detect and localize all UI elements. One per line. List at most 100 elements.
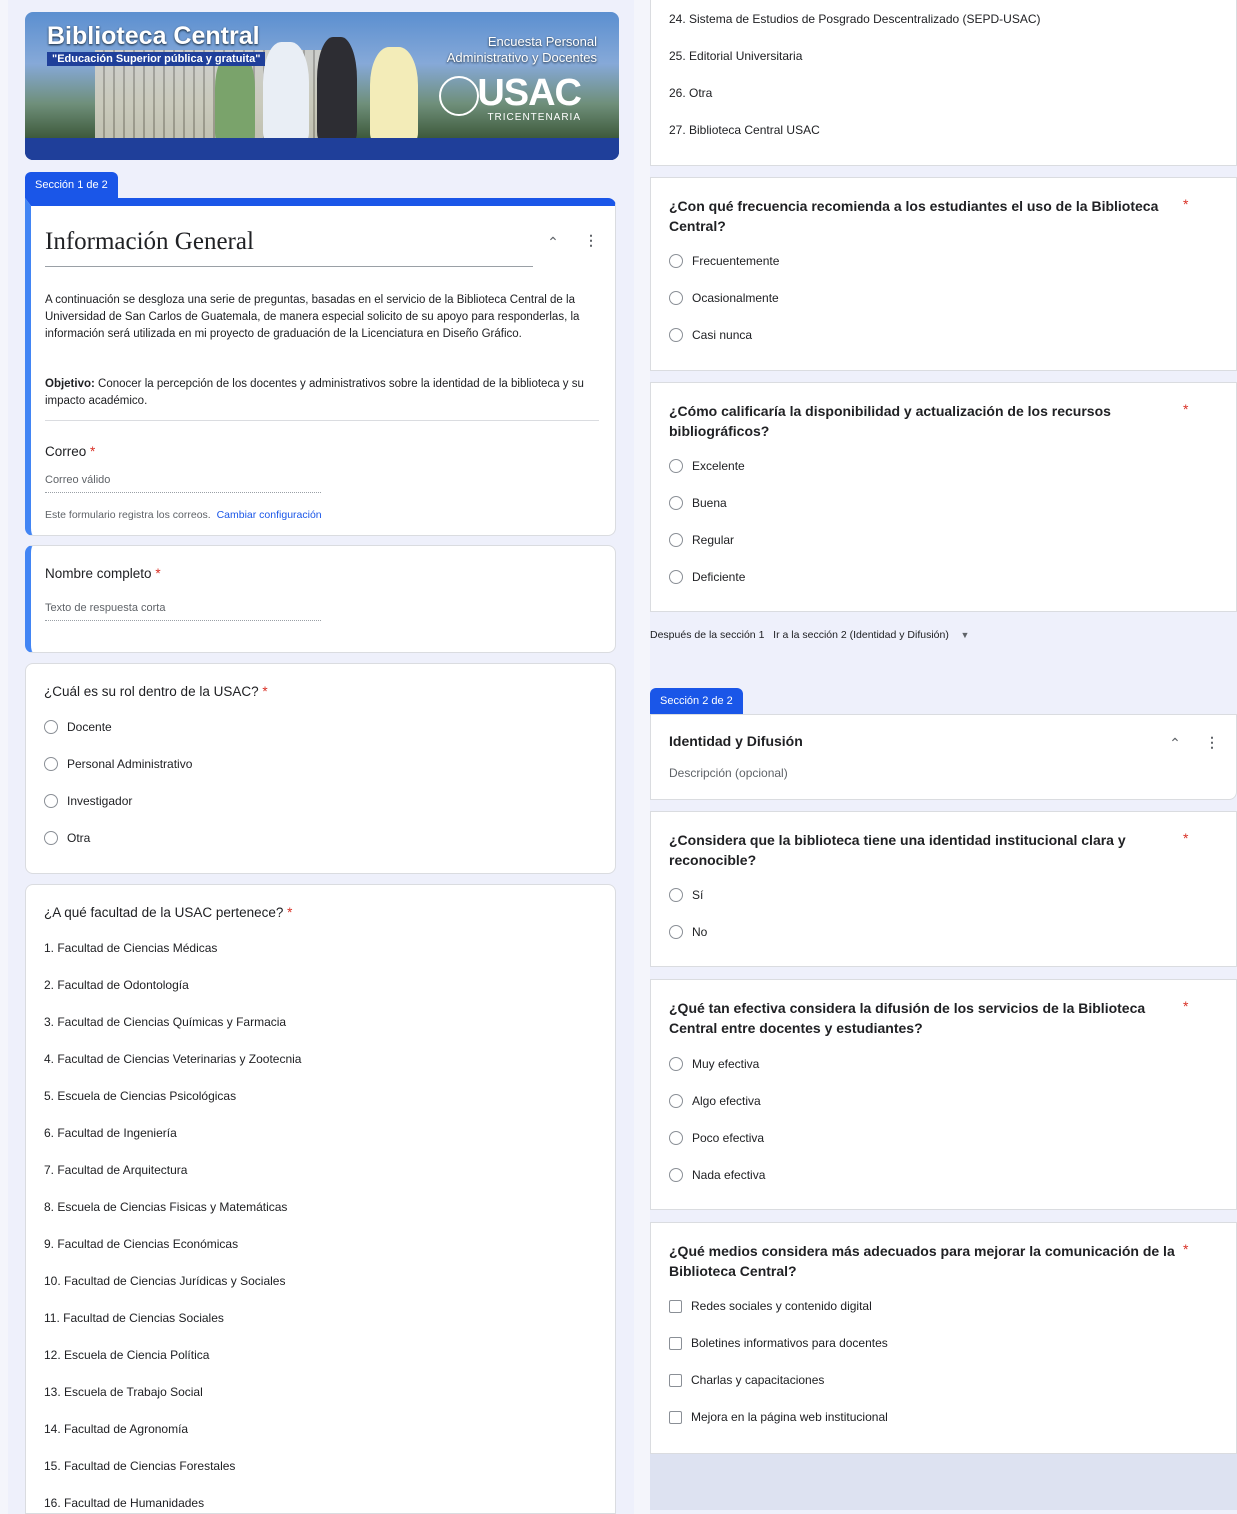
bottom-band — [650, 1454, 1237, 1510]
radio-option[interactable]: Buena — [669, 494, 727, 512]
radio-option[interactable]: Deficiente — [669, 568, 745, 586]
checkbox[interactable] — [669, 1336, 682, 1350]
list-item[interactable]: 2. Facultad de Odontología — [44, 978, 189, 992]
section-description-field[interactable]: Descripción (opcional) — [669, 766, 788, 780]
list-item[interactable]: 1. Facultad de Ciencias Médicas — [44, 941, 217, 955]
banner-strip — [25, 138, 619, 160]
question-title: ¿Qué medios considera más adecuados para… — [669, 1243, 1175, 1279]
question-card-role[interactable]: ¿Cuál es su rol dentro de la USAC? * Doc… — [25, 663, 616, 874]
required-mark: * — [1183, 401, 1189, 417]
section-header-card[interactable]: Información General ⌃ ⋮ A continuación s… — [25, 198, 616, 536]
radio-button[interactable] — [669, 888, 683, 902]
question-card-faculty[interactable]: ¿A qué facultad de la USAC pertenece? * … — [25, 884, 616, 1514]
list-item[interactable]: 8. Escuela de Ciencias Fisicas y Matemát… — [44, 1200, 287, 1214]
section-title[interactable]: Identidad y Difusión — [669, 731, 803, 751]
radio-option[interactable]: Investigador — [44, 792, 132, 810]
checkbox[interactable] — [669, 1373, 682, 1387]
question-card-recommend[interactable]: ¿Con qué frecuencia recomienda a los est… — [650, 177, 1237, 371]
radio-button[interactable] — [44, 757, 58, 771]
checkbox-option[interactable]: Mejora en la página web institucional — [669, 1408, 888, 1426]
list-item[interactable]: 10. Facultad de Ciencias Jurídicas y Soc… — [44, 1274, 285, 1288]
radio-option[interactable]: Regular — [669, 531, 734, 549]
radio-option[interactable]: Poco efectiva — [669, 1129, 764, 1147]
list-item[interactable]: 4. Facultad de Ciencias Veterinarias y Z… — [44, 1052, 301, 1066]
radio-button[interactable] — [669, 533, 683, 547]
list-item[interactable]: 14. Facultad de Agronomía — [44, 1422, 188, 1436]
radio-option[interactable]: Personal Administrativo — [44, 755, 192, 773]
question-card-resources[interactable]: ¿Cómo calificaría la disponibilidad y ac… — [650, 382, 1237, 612]
list-item[interactable]: 6. Facultad de Ingeniería — [44, 1126, 177, 1140]
checkbox[interactable] — [669, 1299, 682, 1313]
radio-option[interactable]: Muy efectiva — [669, 1055, 759, 1073]
radio-option[interactable]: Casi nunca — [669, 326, 752, 344]
section-tab: Sección 1 de 2 — [25, 172, 118, 198]
checkbox-option[interactable]: Charlas y capacitaciones — [669, 1371, 824, 1389]
more-vert-icon[interactable]: ⋮ — [583, 232, 599, 249]
radio-option[interactable]: Ocasionalmente — [669, 289, 779, 307]
radio-button[interactable] — [669, 925, 683, 939]
section-header-card[interactable]: Identidad y Difusión Descripción (opcion… — [650, 714, 1237, 800]
radio-button[interactable] — [669, 1131, 683, 1145]
dropdown-arrow-icon[interactable]: ▼ — [961, 630, 970, 640]
list-item[interactable]: 9. Facultad de Ciencias Económicas — [44, 1237, 238, 1251]
radio-button[interactable] — [669, 459, 683, 473]
list-item[interactable]: 7. Facultad de Arquitectura — [44, 1163, 187, 1177]
question-title: ¿Qué tan efectiva considera la difusión … — [669, 1000, 1146, 1036]
radio-button[interactable] — [669, 1168, 683, 1182]
radio-button[interactable] — [669, 1057, 683, 1071]
collapse-icon[interactable]: ⌃ — [1167, 735, 1183, 752]
more-vert-icon[interactable]: ⋮ — [1204, 734, 1220, 751]
section-title[interactable]: Información General — [45, 228, 254, 256]
header-banner: Biblioteca Central "Educación Superior p… — [25, 12, 619, 160]
radio-option[interactable]: Docente — [44, 718, 112, 736]
section-description[interactable]: A continuación se desgloza una serie de … — [45, 292, 597, 343]
question-card-identity[interactable]: ¿Considera que la biblioteca tiene una i… — [650, 811, 1237, 967]
radio-option[interactable]: Algo efectiva — [669, 1092, 761, 1110]
radio-button[interactable] — [669, 254, 683, 268]
list-item[interactable]: 16. Facultad de Humanidades — [44, 1496, 204, 1510]
required-mark: * — [1183, 830, 1189, 846]
radio-button[interactable] — [669, 328, 683, 342]
radio-option[interactable]: Sí — [669, 886, 703, 904]
list-item[interactable]: 26. Otra — [669, 86, 712, 100]
list-item[interactable]: 24. Sistema de Estudios de Posgrado Desc… — [669, 12, 1041, 26]
email-field[interactable]: Correo válido — [45, 474, 321, 493]
radio-button[interactable] — [669, 1094, 683, 1108]
question-card-name[interactable]: Nombre completo * Texto de respuesta cor… — [25, 545, 616, 653]
radio-option[interactable]: Otra — [44, 829, 90, 847]
radio-option[interactable]: Excelente — [669, 457, 745, 475]
list-item[interactable]: 27. Biblioteca Central USAC — [669, 123, 820, 137]
list-item[interactable]: 5. Escuela de Ciencias Psicológicas — [44, 1089, 236, 1103]
change-settings-link[interactable]: Cambiar configuración — [217, 509, 322, 521]
after-section-navigation[interactable]: Después de la sección 1 Ir a la sección … — [650, 629, 969, 641]
radio-option[interactable]: Nada efectiva — [669, 1166, 765, 1184]
checkbox[interactable] — [669, 1410, 682, 1424]
radio-button[interactable] — [44, 831, 58, 845]
list-item[interactable]: 11. Facultad de Ciencias Sociales — [44, 1311, 224, 1325]
list-item[interactable]: 25. Editorial Universitaria — [669, 49, 802, 63]
radio-button[interactable] — [669, 496, 683, 510]
radio-button[interactable] — [669, 291, 683, 305]
radio-option[interactable]: No — [669, 923, 707, 941]
radio-button[interactable] — [44, 794, 58, 808]
radio-option[interactable]: Frecuentemente — [669, 252, 779, 270]
after-section-label: Después de la sección 1 — [650, 629, 765, 641]
radio-button[interactable] — [44, 720, 58, 734]
radio-button[interactable] — [669, 570, 683, 584]
list-item[interactable]: 3. Facultad de Ciencias Químicas y Farma… — [44, 1015, 286, 1029]
question-card-diffusion[interactable]: ¿Qué tan efectiva considera la difusión … — [650, 979, 1237, 1210]
list-item[interactable]: 15. Facultad de Ciencias Forestales — [44, 1459, 235, 1473]
banner-person — [317, 37, 357, 142]
short-answer-field[interactable]: Texto de respuesta corta — [45, 602, 321, 621]
collapse-icon[interactable]: ⌃ — [545, 234, 561, 251]
question-card-media[interactable]: ¿Qué medios considera más adecuados para… — [650, 1222, 1237, 1454]
section-objective[interactable]: Objetivo: Conocer la percepción de los d… — [45, 376, 597, 410]
list-item[interactable]: 13. Escuela de Trabajo Social — [44, 1385, 203, 1399]
after-section-select[interactable]: Ir a la sección 2 (Identidad y Difusión) — [773, 629, 949, 641]
email-note: Este formulario registra los correos. Ca… — [45, 509, 322, 521]
list-item[interactable]: 12. Escuela de Ciencia Política — [44, 1348, 209, 1362]
checkbox-option[interactable]: Boletines informativos para docentes — [669, 1334, 888, 1352]
question-card-faculty-continued[interactable]: 24. Sistema de Estudios de Posgrado Desc… — [650, 0, 1237, 166]
checkbox-option[interactable]: Redes sociales y contenido digital — [669, 1297, 872, 1315]
required-mark: * — [1183, 1241, 1189, 1257]
